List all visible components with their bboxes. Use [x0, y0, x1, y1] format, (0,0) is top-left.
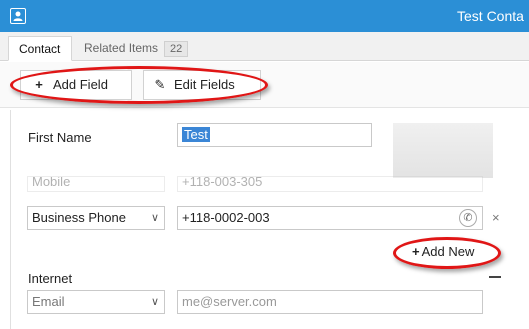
mobile-type-select[interactable]: Mobile	[27, 176, 165, 192]
business-phone-type-select[interactable]: Business Phone ∨	[27, 206, 165, 230]
remove-field-icon[interactable]: ×	[492, 210, 500, 225]
related-items-count-badge: 22	[164, 41, 189, 57]
add-new-highlight-ring	[393, 237, 501, 269]
first-name-label: First Name	[28, 130, 92, 145]
contact-card-icon	[10, 8, 26, 24]
mobile-phone-value: +118-003-305	[182, 176, 263, 189]
email-chevron-down-icon: ∨	[150, 296, 159, 308]
contact-photo[interactable]	[393, 123, 493, 178]
internet-section-label: Internet	[28, 271, 73, 286]
mobile-phone-input[interactable]: +118-003-305	[177, 176, 483, 192]
first-name-input[interactable]: Test	[177, 123, 372, 147]
tab-strip: Contact Related Items 22	[0, 32, 529, 61]
business-phone-type-value: Business Phone	[32, 210, 126, 225]
email-type-value: Email	[32, 294, 65, 309]
tab-contact[interactable]: Contact	[8, 36, 72, 61]
toolbar-highlight-ring	[10, 66, 268, 104]
mobile-type-value: Mobile	[32, 176, 71, 189]
tab-contact-label: Contact	[19, 42, 61, 56]
first-name-value: Test	[182, 127, 210, 142]
email-type-select[interactable]: Email ∨	[27, 290, 165, 314]
chevron-down-icon: ∨	[150, 212, 159, 224]
email-input[interactable]: me@server.com	[177, 290, 483, 314]
collapse-section-icon[interactable]	[489, 276, 501, 278]
tab-related-items-label: Related Items	[84, 41, 159, 55]
phone-icon[interactable]: ✆	[459, 209, 477, 227]
form-left-border	[10, 110, 11, 329]
window-title: Test Conta	[457, 8, 524, 24]
business-phone-value: +118-0002-003	[182, 210, 270, 225]
title-bar: Test Conta	[0, 0, 529, 32]
business-phone-input[interactable]: +118-0002-003	[177, 206, 483, 230]
email-placeholder: me@server.com	[182, 294, 277, 309]
tab-related-items[interactable]: Related Items 22	[74, 36, 198, 61]
